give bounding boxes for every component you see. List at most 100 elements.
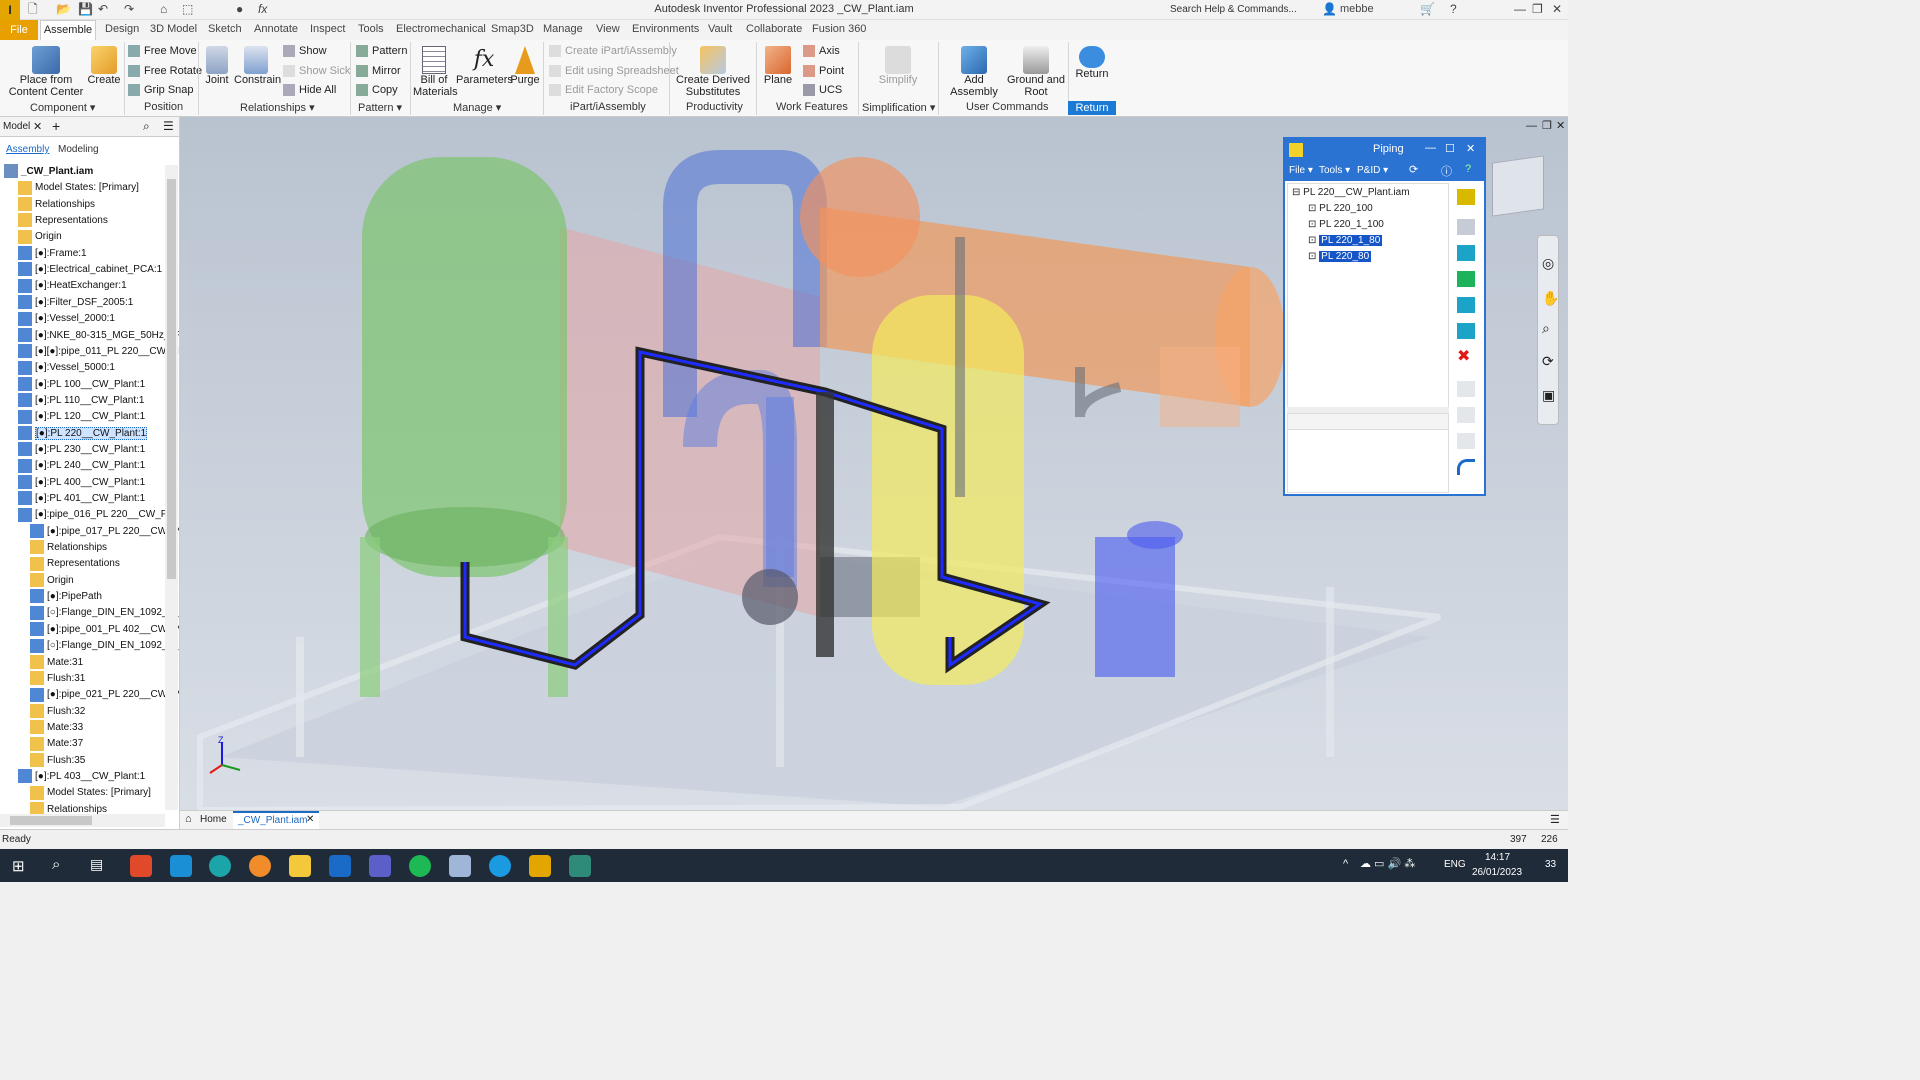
- piping-info-icon[interactable]: ⓘ: [1441, 163, 1452, 179]
- route-icon[interactable]: [1457, 189, 1475, 205]
- zoom-icon[interactable]: ⌕: [1542, 320, 1550, 337]
- tab-model[interactable]: Model: [3, 121, 30, 132]
- edit-spreadsheet-button[interactable]: Edit using Spreadsheet: [549, 65, 679, 78]
- plane-button[interactable]: Plane: [761, 46, 795, 86]
- edit-factory-scope-button[interactable]: Edit Factory Scope: [549, 84, 658, 97]
- browser-row[interactable]: Model States: [Primary]: [18, 180, 139, 196]
- browser-row[interactable]: Representations: [18, 213, 108, 229]
- browser-row[interactable]: [●]:PL 110__CW_Plant:1: [18, 393, 144, 409]
- browser-row[interactable]: Origin: [18, 229, 62, 245]
- free-move-button[interactable]: Free Move: [128, 45, 197, 58]
- connect-icon[interactable]: [1457, 297, 1475, 313]
- browser-row[interactable]: [○]:Flange_DIN_EN_1092_1_2(: [30, 605, 179, 621]
- outlook-app-icon[interactable]: [329, 855, 351, 877]
- disabled-tool-2-icon[interactable]: [1457, 407, 1475, 423]
- panel-component-title[interactable]: Component ▾: [30, 101, 95, 114]
- search-box[interactable]: Search Help & Commands...: [1170, 2, 1310, 17]
- tab-file[interactable]: File: [0, 20, 38, 40]
- browser-row[interactable]: Origin: [30, 573, 74, 589]
- ie-app-icon[interactable]: [489, 855, 511, 877]
- home-tab[interactable]: Home: [200, 814, 227, 825]
- ground-and-root-button[interactable]: Ground and Root: [1006, 46, 1066, 98]
- browser-row[interactable]: Flush:35: [30, 752, 85, 769]
- joint-button[interactable]: Joint: [202, 46, 232, 86]
- panel-pattern-title[interactable]: Pattern ▾: [358, 101, 402, 114]
- clock-time[interactable]: 14:17: [1485, 852, 1510, 863]
- browser-row[interactable]: Model States: [Primary]: [30, 785, 151, 801]
- tab-manage[interactable]: Manage: [543, 23, 583, 35]
- close-browser-icon[interactable]: ✕: [33, 120, 42, 133]
- tab-sketch[interactable]: Sketch: [208, 23, 242, 35]
- piping-root-item[interactable]: ⊟ PL 220__CW_Plant.iam: [1292, 187, 1410, 198]
- close-icon[interactable]: ✕: [1552, 2, 1562, 17]
- show-button[interactable]: Show: [283, 45, 327, 58]
- viewport-restore-icon[interactable]: ❐: [1542, 119, 1552, 132]
- browser-row[interactable]: Mate:37: [30, 736, 83, 752]
- taskbar-search-icon[interactable]: ⌕: [52, 856, 60, 873]
- browser-row[interactable]: [●]:PL 403__CW_Plant:1: [18, 769, 145, 785]
- panel-relationships-title[interactable]: Relationships ▾: [240, 101, 315, 114]
- piping-item-1[interactable]: ⊡ PL 220_100: [1308, 203, 1373, 214]
- piping-minimize-icon[interactable]: —: [1425, 142, 1436, 154]
- viewport-close-icon[interactable]: ✕: [1556, 119, 1565, 132]
- place-content-center-button[interactable]: Place from Content Center: [8, 46, 84, 98]
- browser-row[interactable]: [●]:PL 240__CW_Plant:1: [18, 458, 145, 474]
- smap3d-app-icon[interactable]: [130, 855, 152, 877]
- browser-row[interactable]: [●]:pipe_016_PL 220__CW_Pla: [18, 507, 175, 523]
- browser-row[interactable]: [●]:Electrical_cabinet_PCA:1: [18, 262, 162, 278]
- task-view-icon[interactable]: ▤: [90, 856, 103, 873]
- panel-simplification-title[interactable]: Simplification ▾: [862, 101, 935, 114]
- browser-row[interactable]: _CW_Plant.iam: [4, 164, 93, 180]
- constrain-button[interactable]: Constrain: [234, 46, 281, 86]
- look-at-icon[interactable]: ▣: [1542, 387, 1555, 404]
- point-button[interactable]: Point: [803, 65, 844, 78]
- tab-fusion-360[interactable]: Fusion 360: [812, 23, 866, 35]
- piping-item-2[interactable]: ⊡ PL 220_1_100: [1308, 219, 1384, 230]
- browser-row[interactable]: [●]:PL 400__CW_Plant:1: [18, 475, 145, 491]
- return-button[interactable]: Return: [1072, 46, 1112, 80]
- subtab-assembly[interactable]: Assembly: [6, 144, 49, 155]
- show-sick-button[interactable]: Show Sick: [283, 65, 350, 78]
- tab-3d-model[interactable]: 3D Model: [150, 23, 197, 35]
- inventor-app-icon[interactable]: [529, 855, 551, 877]
- subtab-modeling[interactable]: Modeling: [58, 144, 99, 155]
- browser-hscrollbar[interactable]: [0, 814, 165, 827]
- piping-item-3[interactable]: ⊡ PL 220_1_80: [1308, 235, 1383, 246]
- browser-row[interactable]: Mate:31: [30, 654, 83, 671]
- tab-collaborate[interactable]: Collaborate: [746, 23, 802, 35]
- browser-row[interactable]: [○]:Flange_DIN_EN_1092_1_2(: [30, 638, 179, 654]
- orbit-icon[interactable]: ⟳: [1542, 353, 1554, 370]
- axis-button[interactable]: Axis: [803, 45, 840, 58]
- browser-row[interactable]: Relationships: [30, 540, 107, 556]
- piping-refresh-icon[interactable]: ⟳: [1409, 163, 1418, 176]
- home-tab-icon[interactable]: ⌂: [185, 813, 192, 825]
- language-indicator[interactable]: ENG: [1444, 859, 1466, 870]
- browser-scrollbar[interactable]: [165, 165, 178, 810]
- notification-badge[interactable]: 33: [1545, 859, 1556, 870]
- tab-assemble[interactable]: Assemble: [40, 20, 96, 40]
- tray-chevron-icon[interactable]: ^: [1343, 858, 1348, 870]
- mirror-button[interactable]: Mirror: [356, 65, 401, 78]
- piping-help-icon[interactable]: ?: [1465, 163, 1471, 175]
- browser-row[interactable]: Representations: [30, 556, 120, 572]
- cart-icon[interactable]: 🛒: [1420, 2, 1435, 17]
- bend-icon[interactable]: [1457, 459, 1475, 475]
- piping-menu-tools[interactable]: Tools ▾: [1319, 165, 1350, 176]
- delete-icon[interactable]: ✖: [1457, 349, 1470, 365]
- pattern-button[interactable]: Pattern: [356, 45, 407, 58]
- copy-button[interactable]: Copy: [356, 84, 398, 97]
- tab-electromechanical[interactable]: Electromechanical: [396, 23, 486, 35]
- browser-row[interactable]: [●]:PL 230__CW_Plant:1: [18, 442, 145, 458]
- piping-close-icon[interactable]: ✕: [1466, 142, 1475, 155]
- bill-of-materials-button[interactable]: Bill of Materials: [413, 46, 458, 98]
- help-icon[interactable]: ?: [1450, 2, 1457, 17]
- edge-app-icon[interactable]: [209, 855, 231, 877]
- firefox-app-icon[interactable]: [249, 855, 271, 877]
- create-derived-substitutes-button[interactable]: Create Derived Substitutes: [676, 46, 750, 98]
- add-browser-icon[interactable]: +: [52, 118, 60, 134]
- viewport-minimize-icon[interactable]: —: [1526, 120, 1537, 132]
- browser-row[interactable]: [●]:Filter_DSF_2005:1: [18, 295, 133, 311]
- teams-app-icon[interactable]: [369, 855, 391, 877]
- browser-row[interactable]: Flush:31: [30, 671, 85, 687]
- disabled-tool-3-icon[interactable]: [1457, 433, 1475, 449]
